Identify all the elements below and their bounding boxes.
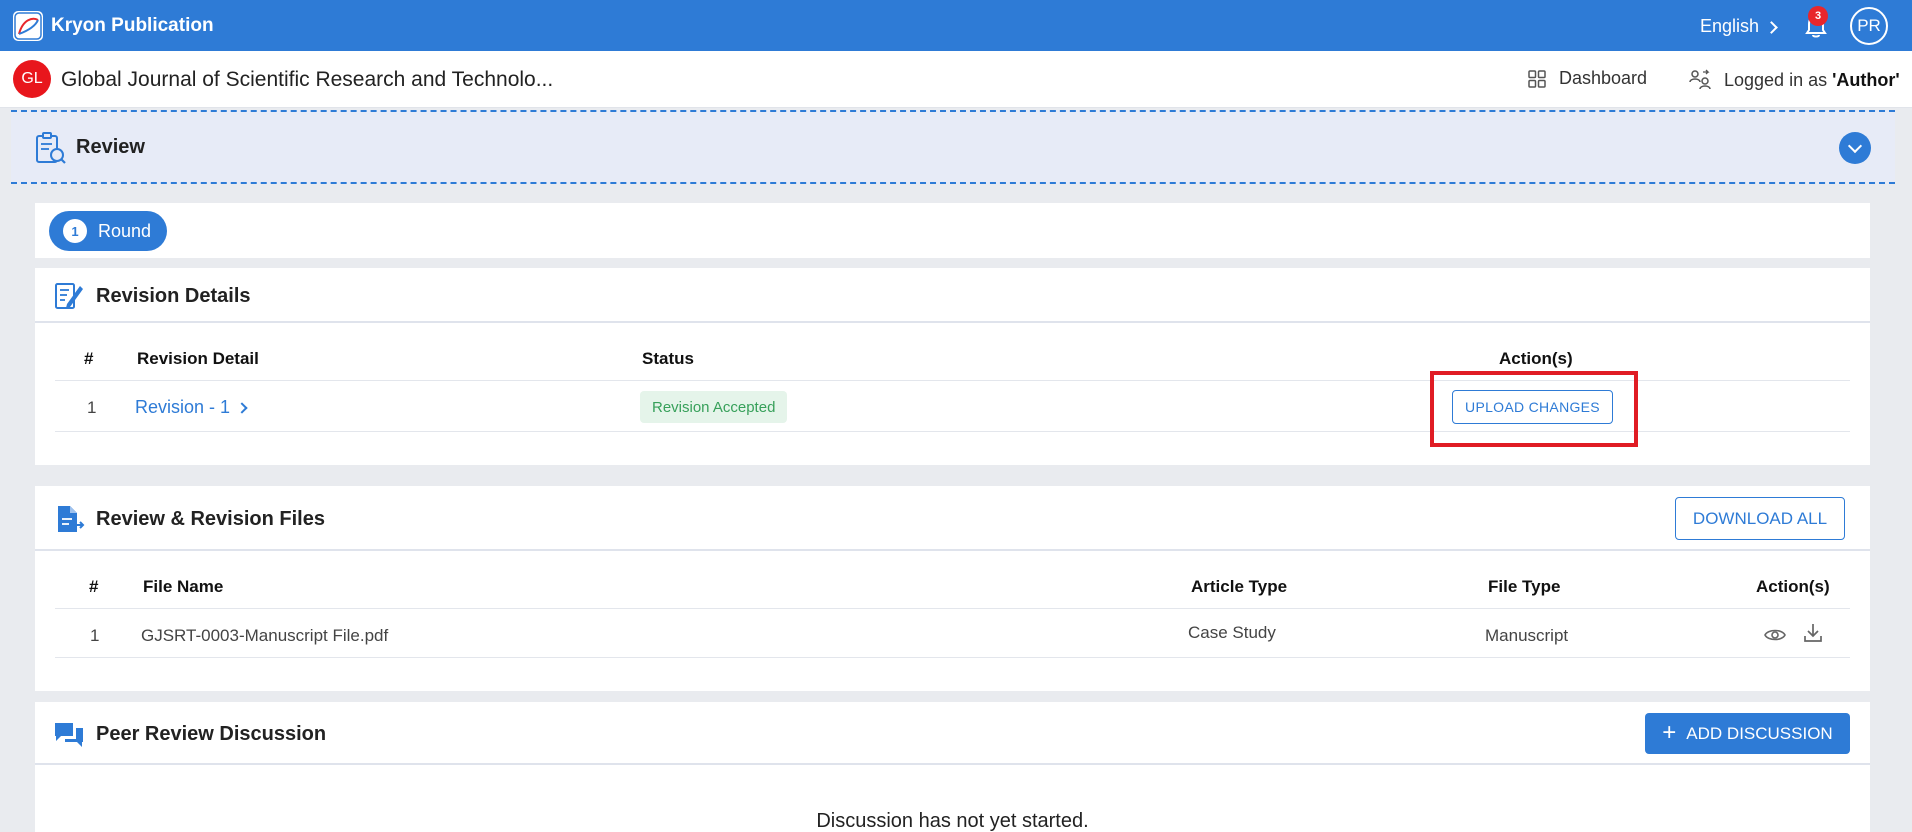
review-title: Review (76, 136, 145, 158)
language-label: English (1700, 16, 1760, 36)
chat-bubbles-icon (55, 723, 83, 747)
dashboard-grid-icon (1528, 69, 1546, 88)
view-eye-icon[interactable] (1763, 623, 1787, 647)
journal-header: GL Global Journal of Scientific Research… (0, 51, 1912, 108)
revision-details-title: Revision Details (96, 285, 251, 307)
collapse-button[interactable] (1839, 132, 1871, 164)
peer-review-discussion-card: Peer Review Discussion + ADD DISCUSSION … (35, 702, 1870, 832)
col-header-file-type: File Type (1488, 577, 1561, 596)
col-header-file-name: File Name (143, 577, 224, 596)
round-card: 1 Round (35, 203, 1870, 258)
notification-badge: 3 (1808, 6, 1828, 26)
col-header-actions: Action(s) (1756, 577, 1830, 596)
dashboard-label: Dashboard (1559, 68, 1648, 88)
chevron-right-icon (236, 401, 248, 414)
language-selector[interactable]: English (1700, 16, 1778, 37)
review-clipboard-icon (36, 132, 66, 164)
revision-details-header: Revision Details (35, 268, 1870, 323)
revision-edit-icon (55, 283, 83, 309)
col-header-revision-detail: Revision Detail (137, 349, 259, 368)
add-discussion-button[interactable]: + ADD DISCUSSION (1645, 713, 1850, 754)
brand-name[interactable]: Kryon Publication (51, 15, 214, 37)
col-header-status: Status (642, 349, 694, 368)
review-files-card: Review & Revision Files DOWNLOAD ALL # F… (35, 486, 1870, 691)
file-name: GJSRT-0003-Manuscript File.pdf (141, 626, 389, 645)
col-header-index: # (84, 349, 94, 368)
article-type: Case Study (1188, 623, 1276, 642)
revision-link-label: Revision - 1 (135, 397, 231, 417)
switch-user-icon (1689, 69, 1711, 90)
table-divider (55, 380, 1850, 381)
status-badge: Revision Accepted (640, 391, 788, 423)
row-index: 1 (87, 398, 97, 417)
user-avatar[interactable]: PR (1850, 7, 1888, 45)
review-files-title: Review & Revision Files (96, 508, 325, 530)
round-tab[interactable]: 1 Round (49, 211, 167, 251)
download-icon[interactable] (1801, 621, 1825, 645)
dashboard-link[interactable]: Dashboard (1527, 68, 1647, 89)
logged-in-text: Logged in as 'Author' (1724, 70, 1900, 91)
review-files-header: Review & Revision Files DOWNLOAD ALL (35, 486, 1870, 551)
kryon-logo-icon (13, 11, 43, 41)
table-divider (55, 431, 1850, 432)
chevron-right-icon (1765, 20, 1778, 34)
download-all-button[interactable]: DOWNLOAD ALL (1675, 497, 1845, 540)
add-discussion-label: ADD DISCUSSION (1686, 723, 1833, 743)
table-divider (55, 657, 1850, 658)
row-index: 1 (90, 626, 100, 645)
col-header-actions: Action(s) (1499, 349, 1573, 368)
round-label: Round (98, 220, 152, 241)
file-type: Manuscript (1485, 626, 1569, 645)
revision-link[interactable]: Revision - 1 (135, 397, 248, 418)
chevron-down-icon (1847, 138, 1863, 154)
top-navbar: Kryon Publication English 3 PR (0, 0, 1912, 51)
logged-in-prefix: Logged in as (1724, 69, 1833, 90)
logged-in-role-value: 'Author' (1832, 69, 1900, 90)
journal-logo: GL (13, 60, 51, 98)
revision-details-card: Revision Details # Revision Detail Statu… (35, 268, 1870, 465)
empty-discussion-message: Discussion has not yet started. (816, 810, 1089, 832)
round-number: 1 (63, 219, 87, 243)
upload-changes-button[interactable]: UPLOAD CHANGES (1452, 390, 1613, 424)
col-header-article-type: Article Type (1191, 577, 1288, 596)
discussion-title: Peer Review Discussion (96, 723, 327, 745)
table-divider (55, 608, 1850, 609)
review-section-header[interactable]: Review (11, 110, 1895, 184)
journal-title: Global Journal of Scientific Research an… (61, 68, 554, 91)
plus-icon: + (1662, 718, 1677, 746)
file-export-icon (58, 506, 85, 532)
logged-in-role[interactable]: Logged in as 'Author' (1688, 68, 1900, 92)
col-header-index: # (89, 577, 99, 596)
discussion-header: Peer Review Discussion + ADD DISCUSSION (35, 702, 1870, 765)
